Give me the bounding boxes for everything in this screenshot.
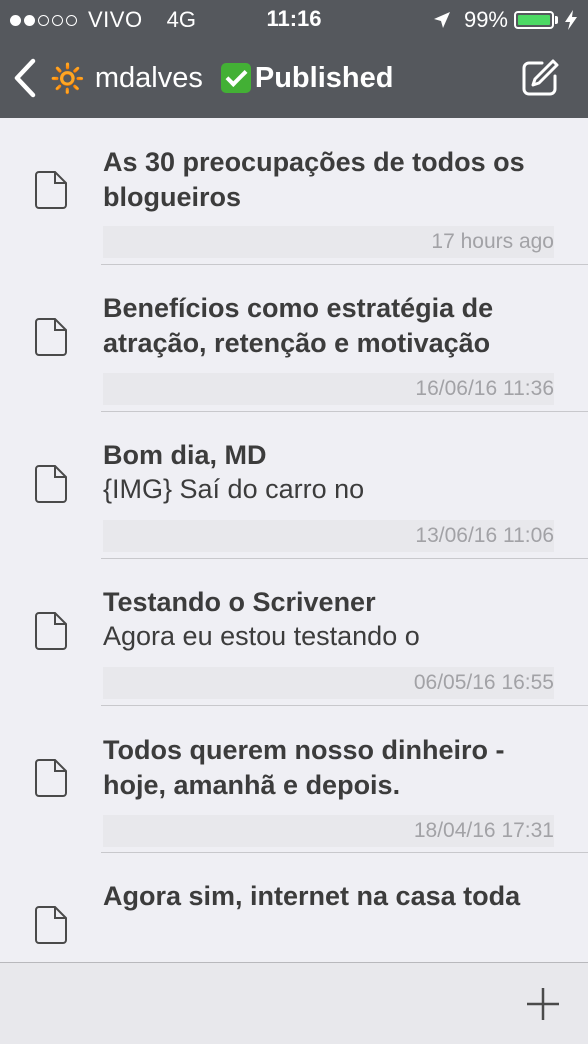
document-title: Benefícios como estratégia de atração, r…	[103, 293, 494, 358]
back-button[interactable]	[12, 56, 46, 100]
nav-title: 🔆 mdalves Published	[50, 58, 393, 98]
document-date: 06/05/16 16:55	[103, 667, 554, 699]
document-row[interactable]: As 30 preocupações de todos os blogueiro…	[0, 118, 588, 265]
location-arrow-icon	[433, 12, 450, 28]
document-icon	[35, 612, 67, 650]
document-title: Agora sim, internet na casa toda	[103, 881, 521, 911]
compose-icon	[522, 59, 559, 96]
compose-button[interactable]	[520, 58, 560, 98]
document-date: 17 hours ago	[103, 226, 554, 258]
battery-percent: 99%	[463, 7, 508, 32]
document-list: As 30 preocupações de todos os blogueiro…	[0, 118, 588, 962]
document-date: 18/04/16 17:31	[103, 815, 554, 847]
document-icon	[35, 465, 67, 503]
nav-bar: 🔆 mdalves Published	[0, 40, 588, 118]
check-mark-button-icon	[220, 63, 251, 93]
document-excerpt: {IMG} Saí do carro no	[103, 474, 365, 504]
document-row[interactable]: Agora sim, internet na casa toda	[0, 853, 588, 962]
document-icon	[35, 906, 67, 944]
folder-title: Published	[254, 61, 394, 94]
document-date: 13/06/16 11:06	[103, 520, 554, 552]
document-row[interactable]: Todos querem nosso dinheiro - hoje, aman…	[0, 706, 588, 853]
document-row[interactable]: Testando o Scrivener Agora eu estou test…	[0, 559, 588, 706]
account-name: mdalves	[94, 61, 203, 94]
battery-icon	[514, 11, 558, 29]
document-excerpt: Agora eu estou testando o	[103, 621, 420, 651]
add-document-button[interactable]	[526, 987, 560, 1021]
bottom-toolbar	[0, 962, 588, 1044]
chevron-left-icon	[14, 58, 36, 98]
document-title: Testando o Scrivener	[103, 587, 376, 617]
document-icon	[35, 318, 67, 356]
document-row[interactable]: Benefícios como estratégia de atração, r…	[0, 265, 588, 412]
document-title: As 30 preocupações de todos os blogueiro…	[103, 147, 525, 212]
document-icon	[35, 759, 67, 797]
document-title: Bom dia, MD	[103, 440, 267, 470]
plus-icon	[527, 988, 559, 1020]
header: VIVO 4G 11:16 99% 🔆 mdalves Published	[0, 0, 588, 118]
sun-icon: 🔆	[50, 62, 85, 94]
document-icon	[35, 171, 67, 209]
status-bar: VIVO 4G 11:16 99%	[0, 0, 588, 40]
bolt-icon	[565, 10, 577, 30]
document-title: Todos querem nosso dinheiro - hoje, aman…	[103, 735, 505, 800]
document-row[interactable]: Bom dia, MD {IMG} Saí do carro no 13/06/…	[0, 412, 588, 559]
document-date: 16/06/16 11:36	[103, 373, 554, 405]
status-right: 99%	[432, 6, 578, 34]
